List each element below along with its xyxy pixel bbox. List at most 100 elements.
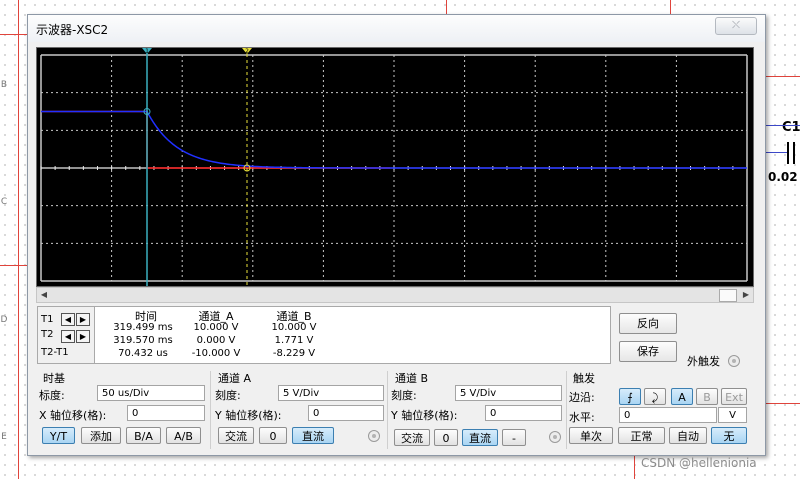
t2-time: 319.570 ms: [113, 335, 173, 346]
t1-right-arrow-icon[interactable]: ▶: [76, 313, 90, 326]
channel-a-group-label: 通道 A: [218, 372, 252, 385]
channel-b-dc-button[interactable]: 直流: [462, 429, 498, 446]
close-icon: ⤬: [732, 20, 740, 31]
trigger-group-label: 触发: [573, 372, 595, 385]
single-mode-button[interactable]: 单次: [569, 427, 613, 444]
channel-a-scale-label: 刻度:: [215, 389, 241, 402]
channel-a-scale-field[interactable]: 5 V/Div: [278, 385, 384, 401]
channel-a-ac-button[interactable]: 交流: [218, 427, 254, 444]
channel-a-y-position-field[interactable]: 0: [308, 405, 384, 421]
channel-b-zero-button[interactable]: 0: [434, 429, 458, 446]
sheet-border-line: [764, 76, 800, 77]
cursors: 12: [142, 48, 252, 286]
x-position-label: X 轴位移(格):: [39, 409, 107, 422]
wire: [765, 152, 787, 153]
scroll-right-icon[interactable]: ▶: [739, 288, 753, 302]
t2-left-arrow-icon[interactable]: ◀: [61, 330, 75, 343]
sheet-border-line: [18, 0, 19, 479]
yt-mode-button[interactable]: Y/T: [42, 427, 75, 444]
t2-t1-channel-b: -8.229 V: [272, 348, 316, 359]
t2-label: T2: [41, 329, 54, 340]
cursor-readout-panel: T1 ◀ ▶ T2 ◀ ▶ T2-T1 时间 通道_A 通道_B 319.499…: [37, 306, 611, 364]
trigger-source-a-button[interactable]: A: [671, 388, 693, 405]
scope-display[interactable]: 12: [36, 47, 754, 287]
group-divider: [210, 371, 211, 449]
channel-a-y-position-label: Y 轴位移(格):: [215, 409, 282, 422]
timebase-group-label: 时基: [43, 372, 65, 385]
ruler-letter: C: [0, 197, 8, 207]
save-button[interactable]: 保存: [619, 341, 677, 362]
close-button[interactable]: ⤬: [715, 17, 757, 35]
auto-mode-button[interactable]: 自动: [669, 427, 707, 444]
scroll-thumb[interactable]: [719, 289, 737, 302]
sheet-border-line: [634, 455, 635, 479]
t2-t1-channel-a: -10.000 V: [191, 348, 241, 359]
none-mode-button[interactable]: 无: [711, 427, 747, 444]
trigger-source-b-button[interactable]: B: [696, 388, 718, 405]
ba-mode-button[interactable]: B/A: [126, 427, 161, 444]
sheet-border-line: [764, 403, 800, 404]
channel-a-trace: [41, 110, 390, 169]
cursor-1-label: 1: [145, 48, 149, 55]
horizontal-scrollbar[interactable]: ◀ ▶: [36, 287, 754, 303]
timebase-scale-label: 标度:: [39, 389, 65, 402]
title-bar[interactable]: 示波器-XSC2 ⤬: [28, 15, 765, 42]
sheet-border-line: [0, 265, 27, 266]
t1-left-arrow-icon[interactable]: ◀: [61, 313, 75, 326]
channel-a-terminal-icon[interactable]: [368, 430, 380, 442]
timebase-scale-field[interactable]: 50 us/Div: [97, 385, 205, 401]
t2-t1-label: T2-T1: [41, 347, 69, 358]
t1-time: 319.499 ms: [113, 322, 173, 333]
x-position-field[interactable]: 0: [127, 405, 205, 421]
t1-channel-a: 10.000 V: [193, 322, 239, 333]
normal-mode-button[interactable]: 正常: [618, 427, 665, 444]
channel-a-zero-button[interactable]: 0: [259, 427, 287, 444]
trigger-edge-label: 边沿:: [569, 391, 595, 404]
capacitor-plate: [787, 142, 789, 164]
trigger-level-unit[interactable]: V: [718, 407, 747, 423]
trigger-level-label: 水平:: [569, 411, 595, 424]
reverse-button[interactable]: 反向: [619, 313, 677, 334]
trigger-source-ext-button[interactable]: Ext: [721, 388, 747, 405]
t1-label: T1: [41, 314, 54, 325]
readout-row-labels: T1 ◀ ▶ T2 ◀ ▶ T2-T1: [38, 307, 95, 363]
watermark: CSDN @hellenionia: [641, 456, 757, 470]
channel-b-scale-label: 刻度:: [391, 389, 417, 402]
component-value: 0.02: [768, 170, 798, 184]
channel-a-dc-button[interactable]: 直流: [292, 427, 334, 444]
channel-b-minus-button[interactable]: -: [502, 429, 526, 446]
external-trigger-label: 外触发: [687, 355, 720, 368]
t2-channel-a: 0.000 V: [196, 335, 236, 346]
ab-mode-button[interactable]: A/B: [166, 427, 201, 444]
component-label[interactable]: C1: [782, 120, 800, 135]
window-title: 示波器-XSC2: [36, 23, 109, 37]
channel-b-y-position-label: Y 轴位移(格):: [391, 409, 458, 422]
external-trigger-terminal-icon[interactable]: [728, 355, 740, 367]
falling-edge-button[interactable]: ⤸: [644, 388, 666, 405]
ruler-letter: E: [1, 432, 7, 442]
channel-b-ac-button[interactable]: 交流: [394, 429, 430, 446]
channel-b-y-position-field[interactable]: 0: [485, 405, 562, 421]
rising-edge-button[interactable]: ⨍: [619, 388, 641, 405]
group-divider: [566, 371, 567, 449]
channel-b-group-label: 通道 B: [395, 372, 429, 385]
t2-channel-b: 1.771 V: [274, 335, 314, 346]
sheet-border-line: [446, 0, 447, 14]
sheet-border-line: [670, 0, 671, 14]
group-divider: [387, 371, 388, 449]
scope-screen: 12: [37, 48, 753, 286]
falling-edge-icon: ⤸: [651, 391, 659, 404]
channel-b-scale-field[interactable]: 5 V/Div: [455, 385, 562, 401]
channel-b-terminal-icon[interactable]: [549, 431, 561, 443]
oscilloscope-window: 示波器-XSC2 ⤬ 12 ◀ ▶ T1 ◀ ▶ T2 ◀ ▶ T2-T1 时间…: [27, 14, 766, 456]
t2-t1-time: 70.432 us: [118, 348, 168, 359]
add-mode-button[interactable]: 添加: [81, 427, 121, 444]
scroll-left-icon[interactable]: ◀: [37, 288, 51, 302]
ruler-letter: B: [0, 80, 8, 90]
ruler-letter: D: [0, 315, 8, 325]
cursor-2-label: 2: [245, 48, 249, 55]
t1-channel-b: 10.000 V: [271, 322, 317, 333]
t2-right-arrow-icon[interactable]: ▶: [76, 330, 90, 343]
trigger-level-field[interactable]: 0: [619, 407, 717, 423]
rising-edge-icon: ⨍: [627, 391, 633, 404]
